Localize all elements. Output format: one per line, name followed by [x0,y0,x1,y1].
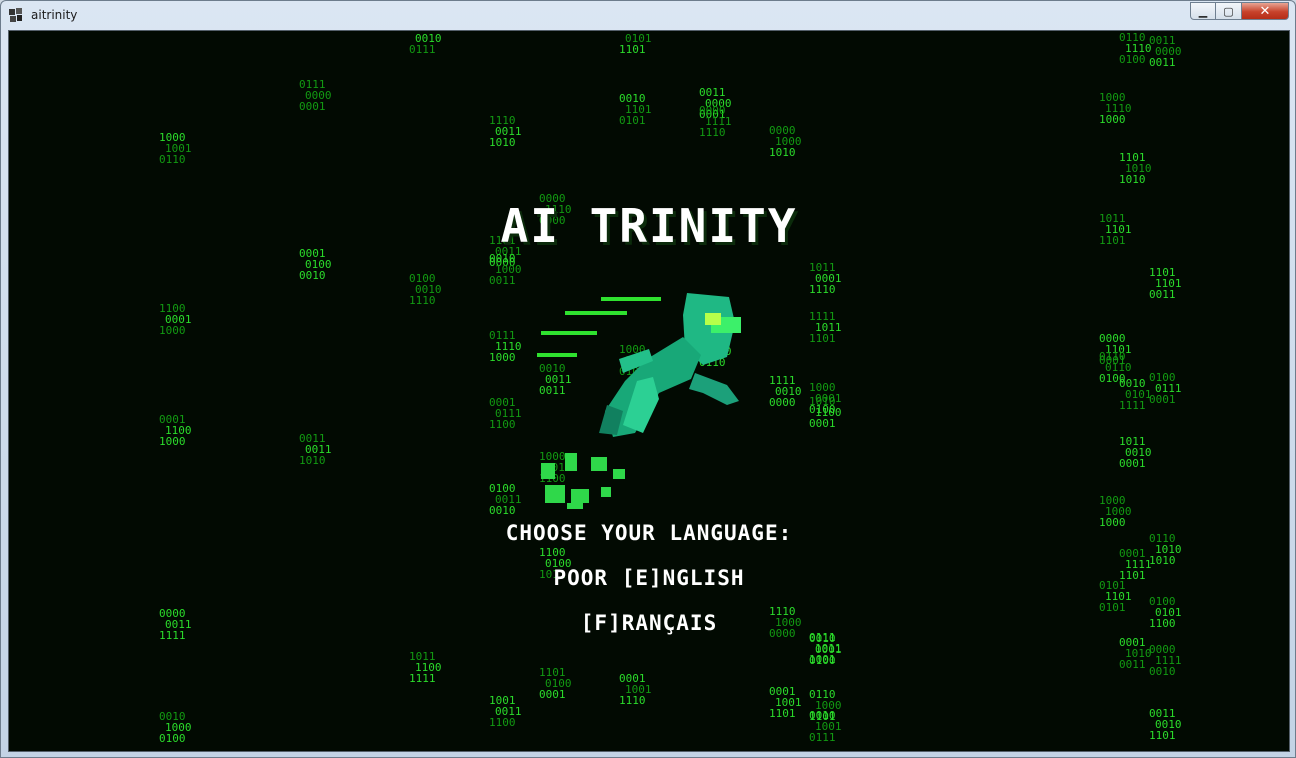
app-icon [9,8,22,22]
rain-glyph: 1100 [489,418,516,431]
rain-glyph: 0110 [159,153,186,166]
rain-glyph: 1110 [809,283,836,296]
language-option-french[interactable]: [F]RANÇAIS [9,611,1289,635]
rain-glyph: 0000 [769,396,796,409]
rain-glyph: 1000 [159,324,186,337]
rain-glyph: 1101 [619,43,646,56]
title-bar[interactable]: aitrinity ▁ ▢ ✕ [1,1,1295,30]
minimize-button[interactable]: ▁ [1190,2,1216,20]
rain-glyph: 1000 [489,351,516,364]
app-window: aitrinity ▁ ▢ ✕ 0001 1100 1000 1000 1001 0110… [0,0,1296,758]
rain-glyph: 1101 [769,707,796,720]
language-option-english[interactable]: POOR [E]NGLISH [9,566,1289,590]
rain-glyph: 0100 [159,732,186,745]
maximize-button[interactable]: ▢ [1216,2,1242,20]
rain-glyph: 1111 [409,672,436,685]
rain-glyph: 1101 [1149,729,1176,742]
rain-glyph: 0011 [1119,658,1146,671]
rain-glyph: 0111 [409,43,436,56]
minimize-icon: ▁ [1198,4,1208,18]
rain-glyph: 0011 [489,274,516,287]
rain-glyph: 0010 [489,504,516,517]
rain-glyph: 1010 [1119,173,1146,186]
language-prompt: CHOOSE YOUR LANGUAGE: [505,521,793,545]
rain-glyph: 0111 [809,731,836,744]
rain-glyph: 1010 [769,146,796,159]
rain-glyph: 0100 [1119,53,1146,66]
pixel-debris [541,453,625,509]
rain-glyph: 0011 [1149,288,1176,301]
rain-glyph: 0010 [299,269,326,282]
game-canvas[interactable]: 0001 1100 1000 1000 1001 0110 0010 1000 0100 1100… [8,30,1290,752]
rain-glyph: 0001 [1119,457,1146,470]
rain-glyph: 1110 [619,694,646,707]
rain-glyph: 1000 [159,435,186,448]
rain-glyph: 1010 [299,454,326,467]
rain-glyph: 1000 [1099,113,1126,126]
rain-glyph: 1110 [699,126,726,139]
window-title: aitrinity [31,8,78,22]
rain-glyph: 1100 [489,716,516,729]
rain-glyph: 0100 [809,654,836,667]
window-controls: ▁ ▢ ✕ [1190,2,1289,21]
running-robot-sprite [537,293,741,509]
rain-glyph: 0001 [1149,393,1176,406]
rain-glyph: 0010 [1149,665,1176,678]
rain-glyph: 1111 [1119,399,1146,412]
maximize-icon: ▢ [1223,4,1234,18]
rain-glyph: 0001 [809,417,836,430]
speed-lines [537,297,661,357]
rain-glyph: 0011 [1149,56,1176,69]
rain-glyph: 0101 [619,114,646,127]
rain-glyph: 1110 [409,294,436,307]
close-button[interactable]: ✕ [1242,2,1289,20]
game-title: AI TRINITY [500,199,798,253]
rain-glyph: 1010 [489,136,516,149]
close-icon: ✕ [1259,3,1271,19]
rain-glyph: 1101 [809,332,836,345]
rain-glyph: 0001 [539,688,566,701]
rain-glyph: 0001 [299,100,326,113]
rain-glyph: 0100 [809,403,836,416]
